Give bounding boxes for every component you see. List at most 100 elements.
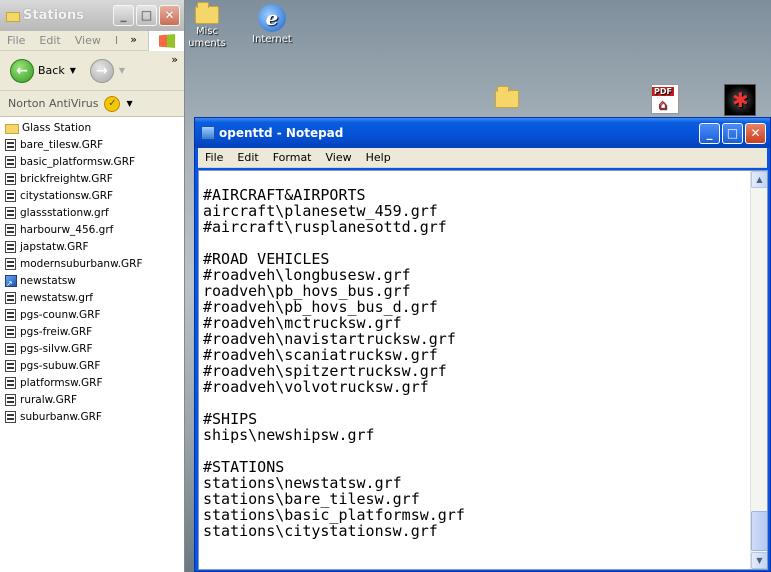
list-item[interactable]: pgs-freiw.GRF xyxy=(0,323,184,340)
scroll-up-icon[interactable]: ▲ xyxy=(751,171,767,188)
norton-icon[interactable]: ✓ xyxy=(104,95,121,112)
menu-view[interactable]: View xyxy=(68,34,108,47)
chevron-down-icon[interactable]: ▼ xyxy=(70,66,76,75)
notepad-icon xyxy=(201,126,215,140)
file-name: platformsw.GRF xyxy=(20,376,103,389)
chevron-down-icon[interactable]: ▼ xyxy=(126,99,132,108)
file-name: modernsuburbanw.GRF xyxy=(20,257,143,270)
back-arrow-icon[interactable]: ← xyxy=(10,58,34,83)
window-title: openttd - Notepad xyxy=(219,126,344,140)
application-icon xyxy=(5,274,17,288)
text-line: stations\citystationsw.grf xyxy=(203,522,438,540)
list-item[interactable]: ruralw.GRF xyxy=(0,391,184,408)
desktop-icon-adobe-pdf[interactable]: PDF ⌂ xyxy=(630,84,700,116)
file-name: basic_platformsw.GRF xyxy=(20,155,136,168)
text-editor[interactable]: #AIRCRAFT&AIRPORTS aircraft\planesetw_459… xyxy=(198,170,768,570)
text-line: #roadveh\scaniatrucksw.grf xyxy=(203,346,438,364)
file-name: pgs-freiw.GRF xyxy=(20,325,93,338)
notepad-window: openttd - Notepad _ □ ✕ File Edit Format… xyxy=(194,117,771,572)
list-item[interactable]: harbourw_456.grf xyxy=(0,221,184,238)
text-line: roadveh\pb_hovs_bus.grf xyxy=(203,282,411,300)
minimize-button[interactable]: _ xyxy=(699,123,720,144)
list-item[interactable]: pgs-counw.GRF xyxy=(0,306,184,323)
file-name: ruralw.GRF xyxy=(20,393,78,406)
list-item[interactable]: newstatsw xyxy=(0,272,184,289)
desktop-icon-openttd[interactable] xyxy=(705,84,771,118)
close-button[interactable]: ✕ xyxy=(745,123,766,144)
menu-format[interactable]: Format xyxy=(266,151,319,164)
text-line: #AIRCRAFT&AIRPORTS xyxy=(203,186,366,204)
explorer-menubar: File Edit View I » xyxy=(0,31,184,51)
menu-view[interactable]: View xyxy=(319,151,359,164)
file-name: glassstationw.grf xyxy=(20,206,109,219)
explorer-titlebar[interactable]: Stations _ □ ✕ xyxy=(0,0,184,31)
text-line: #STATIONS xyxy=(203,458,285,476)
text-line: stations\newstatsw.grf xyxy=(203,474,402,492)
list-item[interactable]: basic_platformsw.GRF xyxy=(0,153,184,170)
editor-content[interactable]: #AIRCRAFT&AIRPORTS aircraft\planesetw_459… xyxy=(203,187,743,539)
menu-edit[interactable]: Edit xyxy=(230,151,265,164)
text-line: #ROAD VEHICLES xyxy=(203,250,330,268)
grf-file-icon xyxy=(5,410,16,423)
file-name: newstatsw xyxy=(20,274,76,287)
notepad-menubar: File Edit Format View Help xyxy=(198,148,767,168)
norton-label: Norton AntiVirus xyxy=(8,97,99,110)
list-item[interactable]: bare_tilesw.GRF xyxy=(0,136,184,153)
list-item[interactable]: modernsuburbanw.GRF xyxy=(0,255,184,272)
text-line: #SHIPS xyxy=(203,410,258,428)
grf-file-icon xyxy=(5,172,16,185)
text-line xyxy=(203,443,743,459)
grf-file-icon xyxy=(5,257,16,270)
grf-file-icon xyxy=(5,308,16,321)
scroll-down-icon[interactable]: ▼ xyxy=(751,552,767,569)
file-name: newstatsw.grf xyxy=(20,291,93,304)
grf-file-icon xyxy=(5,393,16,406)
menu-help[interactable]: Help xyxy=(359,151,398,164)
desktop-icon-folder[interactable] xyxy=(472,86,542,110)
list-item[interactable]: platformsw.GRF xyxy=(0,374,184,391)
text-line: #roadveh\volvotrucksw.grf xyxy=(203,378,429,396)
desktop-icon-internet[interactable]: e Internet xyxy=(237,4,307,45)
maximize-button[interactable]: □ xyxy=(722,123,743,144)
maximize-button[interactable]: □ xyxy=(136,5,157,26)
explorer-toolbar: ← Back ▼ → ▼ » xyxy=(0,51,184,91)
chevron-down-icon[interactable]: ▼ xyxy=(119,66,125,75)
list-item[interactable]: citystationsw.GRF xyxy=(0,187,184,204)
chevron-icon[interactable]: » xyxy=(123,33,144,46)
list-item[interactable]: glassstationw.grf xyxy=(0,204,184,221)
text-line: #roadveh\longbusesw.grf xyxy=(203,266,411,284)
text-line: stations\basic_platformsw.grf xyxy=(203,506,465,524)
list-item[interactable]: japstatw.GRF xyxy=(0,238,184,255)
window-title: Stations xyxy=(23,8,84,23)
text-line: #roadveh\pb_hovs_bus_d.grf xyxy=(203,298,438,316)
text-line: stations\bare_tilesw.grf xyxy=(203,490,420,508)
file-name: harbourw_456.grf xyxy=(20,223,114,236)
vertical-scrollbar[interactable]: ▲ ▼ xyxy=(750,171,767,569)
text-line: #roadveh\navistartrucksw.grf xyxy=(203,330,456,348)
list-item[interactable]: brickfreightw.GRF xyxy=(0,170,184,187)
minimize-button[interactable]: _ xyxy=(113,5,134,26)
notepad-titlebar[interactable]: openttd - Notepad _ □ ✕ xyxy=(195,118,770,148)
list-item[interactable]: Glass Station xyxy=(0,119,184,136)
folder-icon xyxy=(195,2,219,24)
menu-file[interactable]: File xyxy=(198,151,230,164)
grf-file-icon xyxy=(5,155,16,168)
close-button[interactable]: ✕ xyxy=(159,5,180,26)
list-item[interactable]: pgs-silvw.GRF xyxy=(0,340,184,357)
list-item[interactable]: pgs-subuw.GRF xyxy=(0,357,184,374)
menu-file[interactable]: File xyxy=(0,34,32,47)
forward-arrow-icon[interactable]: → xyxy=(89,58,114,83)
list-item[interactable]: newstatsw.grf xyxy=(0,289,184,306)
grf-file-icon xyxy=(5,342,16,355)
menu-edit[interactable]: Edit xyxy=(32,34,67,47)
grf-file-icon xyxy=(5,325,16,338)
back-button[interactable]: Back xyxy=(38,64,65,77)
text-line xyxy=(203,395,743,411)
list-item[interactable]: suburbanw.GRF xyxy=(0,408,184,425)
grf-file-icon xyxy=(5,291,16,304)
scroll-thumb[interactable] xyxy=(751,511,767,551)
grf-file-icon xyxy=(5,223,16,236)
text-line: #aircraft\rusplanesottd.grf xyxy=(203,218,447,236)
internet-explorer-icon: e xyxy=(258,4,286,32)
chevron-icon[interactable]: » xyxy=(171,53,178,66)
